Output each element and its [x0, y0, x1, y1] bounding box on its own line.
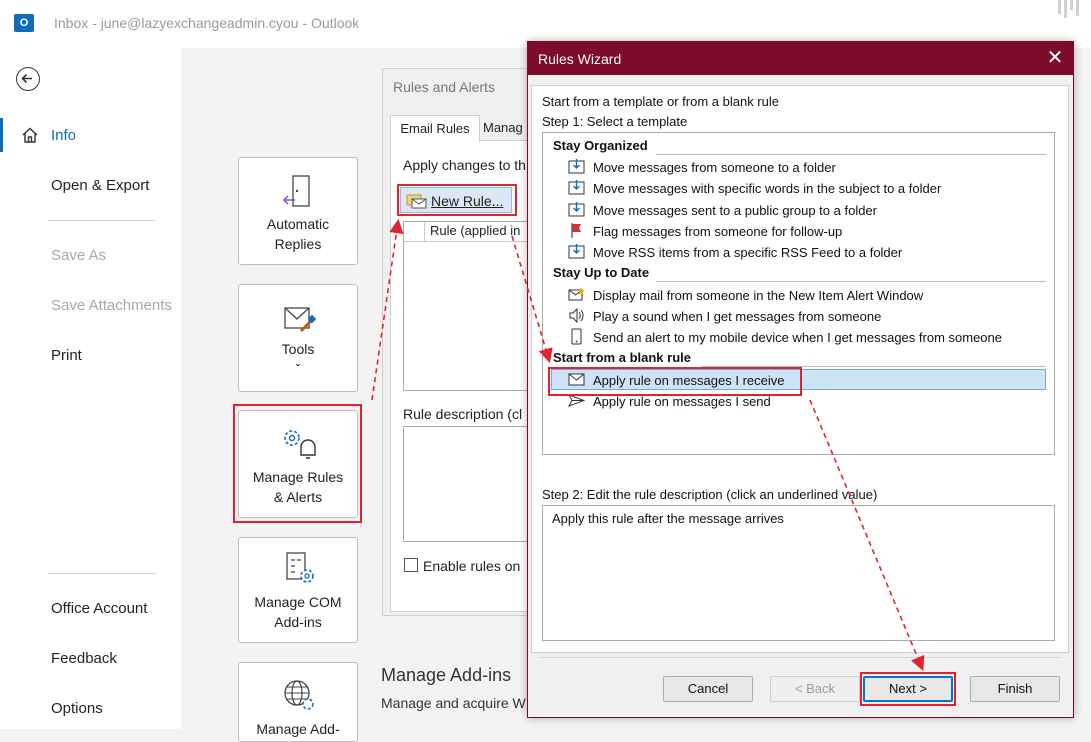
- manage-addins-subtext: Manage and acquire W: [381, 695, 526, 711]
- button-divider: [538, 657, 1062, 658]
- tile-label: Tools: [281, 341, 315, 357]
- chevron-down-icon: ˇ: [295, 361, 301, 377]
- apply-changes-label: Apply changes to th: [403, 157, 526, 173]
- group-divider: [656, 281, 1046, 282]
- close-icon[interactable]: ✕: [1044, 47, 1066, 69]
- rules-list[interactable]: [403, 221, 531, 391]
- template-item[interactable]: Display mail from someone in the New Ite…: [593, 288, 923, 303]
- tools-button[interactable]: Tools ˇ: [238, 284, 358, 392]
- tile-label: Manage Add-: [256, 721, 340, 737]
- wizard-start-text: Start from a template or from a blank ru…: [542, 94, 779, 109]
- manage-com-addins-button[interactable]: Manage COM Add-ins: [238, 537, 358, 643]
- step2-label: Step 2: Edit the rule description (click…: [542, 487, 878, 502]
- highlight-box-new-rule: [397, 184, 517, 216]
- highlight-box-apply-rule: [548, 367, 802, 396]
- nav-active-indicator: [0, 118, 3, 152]
- rule-description-box: [403, 426, 531, 542]
- nav-feedback[interactable]: Feedback: [51, 650, 117, 667]
- tab-manage-alerts[interactable]: Manag: [483, 120, 523, 135]
- manage-addins-heading: Manage Add-ins: [381, 665, 512, 685]
- group-stay-organized: Stay Organized: [553, 138, 648, 153]
- template-item[interactable]: Move messages with specific words in the…: [593, 181, 941, 196]
- nav-info[interactable]: Info: [51, 127, 76, 144]
- nav-office-account[interactable]: Office Account: [51, 600, 147, 617]
- nav-divider: [48, 573, 156, 574]
- outlook-icon: O: [14, 14, 34, 32]
- speaker-icon: [569, 307, 584, 324]
- move-to-folder-icon: [568, 202, 585, 217]
- move-to-folder-icon: [568, 159, 585, 174]
- highlight-box-next: [860, 672, 956, 706]
- home-icon: [22, 127, 38, 143]
- group-divider: [656, 154, 1046, 155]
- group-stay-up-to-date: Stay Up to Date: [553, 265, 650, 280]
- highlight-box-manage-rules: [233, 404, 362, 523]
- automatic-replies-icon: [282, 175, 310, 207]
- tile-label: Manage COM: [254, 594, 342, 610]
- nav-save-as[interactable]: Save As: [51, 247, 106, 264]
- template-item[interactable]: Send an alert to my mobile device when I…: [593, 330, 1002, 345]
- template-item[interactable]: Play a sound when I get messages from so…: [593, 309, 881, 324]
- enable-rules-checkbox[interactable]: [404, 558, 418, 572]
- template-item[interactable]: Flag messages from someone for follow-up: [593, 224, 842, 239]
- window-title: Inbox - june@lazyexchangeadmin.cyou - Ou…: [54, 15, 360, 31]
- template-item[interactable]: Move RSS items from a specific RSS Feed …: [593, 245, 902, 260]
- group-blank-rule: Start from a blank rule: [553, 350, 691, 365]
- nav-options[interactable]: Options: [51, 700, 103, 717]
- rule-description-label: Rule description (cl: [403, 406, 523, 422]
- nav-divider: [48, 220, 156, 221]
- tile-label: Add-ins: [274, 614, 322, 630]
- nav-open-export[interactable]: Open & Export: [51, 177, 149, 194]
- back-button[interactable]: < Back: [770, 676, 860, 702]
- nav-print[interactable]: Print: [51, 347, 82, 364]
- tile-label: Automatic: [266, 216, 330, 232]
- column-divider: [424, 222, 425, 241]
- enable-rules-label: Enable rules on: [423, 558, 521, 574]
- alert-window-icon: [568, 287, 585, 301]
- tile-label: Replies: [274, 236, 322, 252]
- wizard-title: Rules Wizard: [538, 51, 622, 67]
- back-arrow-icon[interactable]: [16, 67, 40, 91]
- template-item[interactable]: Move messages from someone to a folder: [593, 160, 836, 175]
- automatic-replies-button[interactable]: Automatic Replies: [238, 157, 358, 265]
- com-addins-icon: [286, 552, 314, 583]
- column-header-rule[interactable]: Rule (applied in: [430, 223, 520, 238]
- globe-icon: [284, 680, 314, 710]
- flag-icon: [571, 223, 581, 238]
- finish-button[interactable]: Finish: [970, 676, 1060, 702]
- nav-save-attachments[interactable]: Save Attachments: [51, 297, 172, 314]
- manage-addins-button[interactable]: Manage Add-: [238, 662, 358, 742]
- cancel-button[interactable]: Cancel: [663, 676, 753, 702]
- mobile-device-icon: [571, 328, 582, 345]
- tab-email-rules[interactable]: Email Rules: [390, 115, 480, 142]
- window-resize-grip-icon: [1058, 0, 1079, 18]
- move-to-folder-icon: [568, 244, 585, 259]
- rule-description-text: Apply this rule after the message arrive…: [552, 511, 784, 526]
- move-to-folder-icon: [568, 180, 585, 195]
- template-item[interactable]: Move messages sent to a public group to …: [593, 203, 877, 218]
- backstage-nav: [0, 48, 181, 729]
- template-item[interactable]: Apply rule on messages I send: [593, 394, 771, 409]
- rules-and-alerts-title: Rules and Alerts: [393, 79, 495, 95]
- tools-icon: [284, 307, 317, 333]
- step1-label: Step 1: Select a template: [542, 114, 688, 129]
